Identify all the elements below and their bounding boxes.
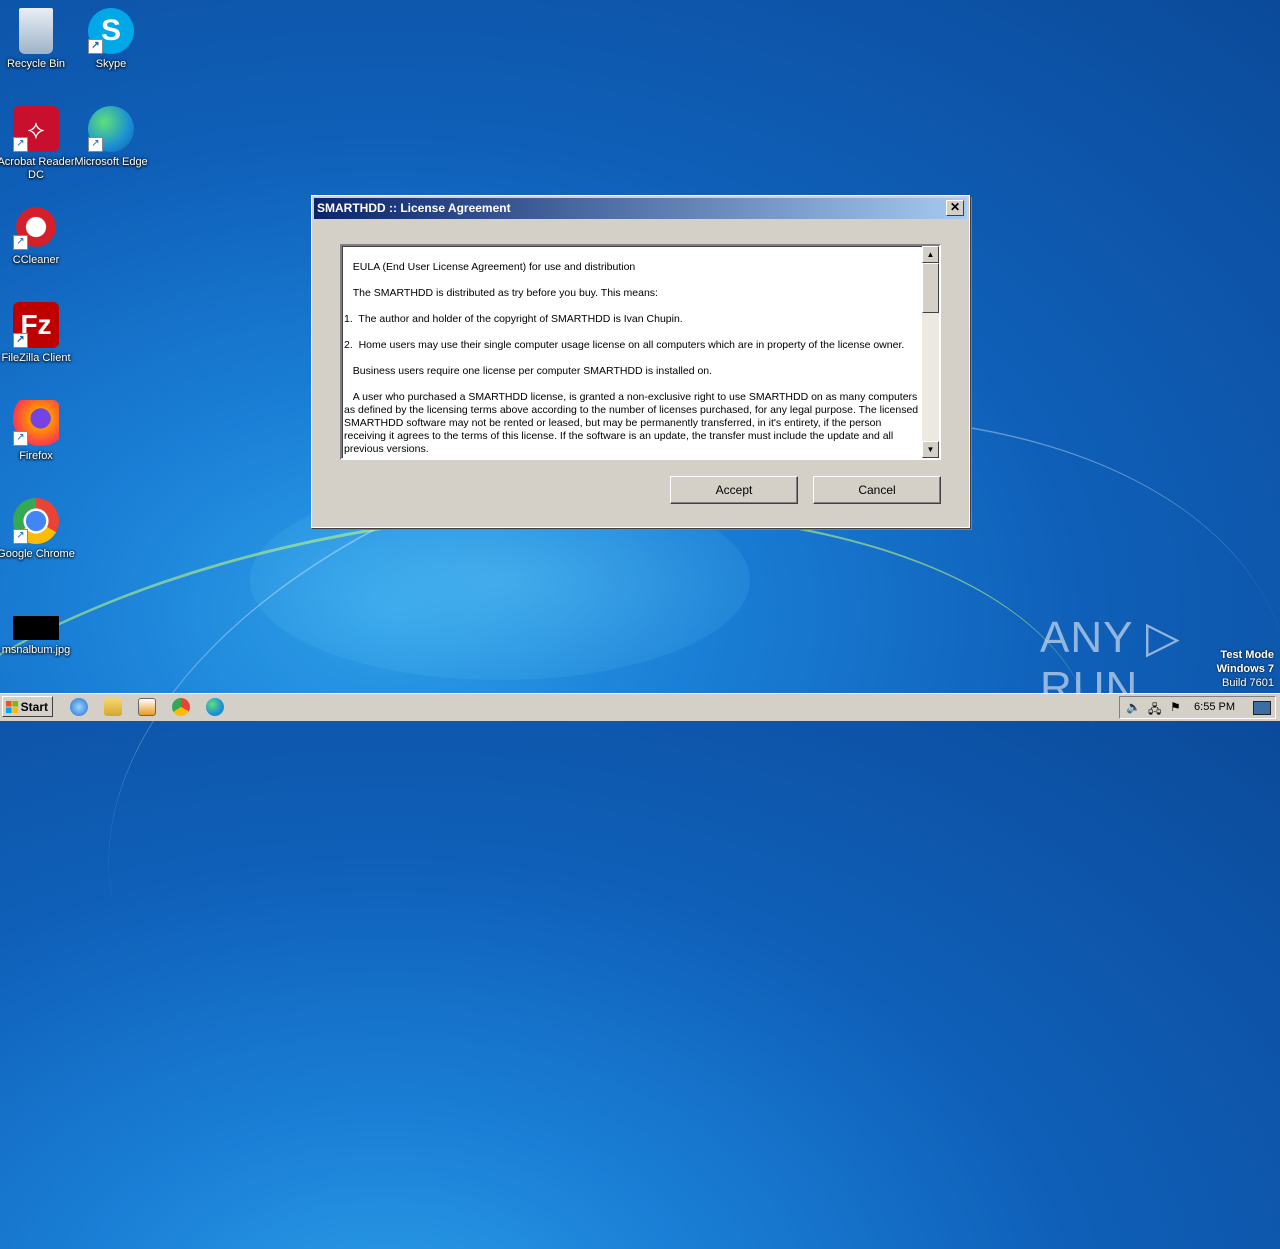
- vertical-scrollbar[interactable]: ▲ ▼: [922, 246, 939, 458]
- ccleaner-icon: ↗: [13, 204, 59, 250]
- license-paragraph: 1. The author and holder of the copyrigh…: [344, 313, 683, 325]
- desktop-icon-edge[interactable]: ↗ Microsoft Edge: [71, 106, 151, 169]
- filezilla-icon: Fz ↗: [13, 302, 59, 348]
- watermark-line: Build 7601: [1222, 677, 1274, 689]
- start-label: Start: [20, 700, 48, 714]
- shortcut-arrow-icon: ↗: [13, 333, 28, 348]
- firefox-icon: ↗: [13, 400, 59, 446]
- arrow-down-icon: ▼: [926, 445, 935, 454]
- desktop-icon-acrobat[interactable]: ⟡ ↗ Acrobat Reader DC: [0, 106, 76, 182]
- arrow-up-icon: ▲: [926, 250, 935, 259]
- shortcut-arrow-icon: ↗: [88, 137, 103, 152]
- dialog-titlebar[interactable]: SMARTHDD :: License Agreement ✕: [314, 198, 967, 219]
- desktop-icon-recycle-bin[interactable]: Recycle Bin: [0, 8, 76, 71]
- desktop-icon-label: Recycle Bin: [6, 58, 66, 70]
- desktop-icon-filezilla[interactable]: Fz ↗ FileZilla Client: [0, 302, 76, 365]
- license-paragraph: The SMARTHDD is distributed as try befor…: [344, 287, 658, 299]
- skype-icon: S ↗: [88, 8, 134, 54]
- scroll-thumb[interactable]: [922, 263, 939, 313]
- image-file-icon: [13, 616, 59, 640]
- scroll-up-button[interactable]: ▲: [922, 246, 939, 263]
- license-dialog: SMARTHDD :: License Agreement ✕ EULA (En…: [311, 195, 970, 528]
- show-desktop-icon[interactable]: [1253, 701, 1271, 715]
- acrobat-icon: ⟡ ↗: [13, 106, 59, 152]
- accept-button[interactable]: Accept: [670, 476, 798, 504]
- system-tray: 🔈 🖧 ⚑ 6:55 PM: [1119, 696, 1276, 719]
- desktop-icon-label: Skype: [95, 58, 127, 70]
- edge-icon: ↗: [88, 106, 134, 152]
- desktop-icon-firefox[interactable]: ↗ Firefox: [0, 400, 76, 463]
- watermark-line: Windows 7: [1216, 663, 1274, 675]
- speaker-icon[interactable]: 🔈: [1126, 700, 1141, 714]
- license-paragraph: Business users require one license per c…: [344, 365, 713, 377]
- shortcut-arrow-icon: ↗: [13, 431, 28, 446]
- desktop-icon-label: Microsoft Edge: [74, 156, 148, 168]
- network-icon[interactable]: 🖧: [1148, 700, 1161, 721]
- desktop-icon-label: msnalbum.jpg: [1, 644, 71, 656]
- edge-icon[interactable]: [206, 698, 224, 716]
- license-text-area[interactable]: EULA (End User License Agreement) for us…: [340, 244, 941, 460]
- close-icon: ✕: [949, 200, 961, 214]
- dialog-title: SMARTHDD :: License Agreement: [317, 201, 511, 215]
- license-paragraph: 2. Home users may use their single compu…: [344, 339, 905, 351]
- desktop-icon-msnalbum[interactable]: msnalbum.jpg: [0, 610, 76, 657]
- close-button[interactable]: ✕: [946, 200, 964, 216]
- media-player-icon[interactable]: [138, 698, 156, 716]
- ie-icon[interactable]: [70, 698, 88, 716]
- license-paragraph: A user who purchased a SMARTHDD license,…: [344, 391, 919, 455]
- chrome-icon[interactable]: [172, 698, 190, 716]
- clock[interactable]: 6:55 PM: [1194, 700, 1235, 715]
- desktop-icon-label: Acrobat Reader DC: [0, 156, 75, 181]
- license-text: EULA (End User License Agreement) for us…: [344, 248, 920, 456]
- shortcut-arrow-icon: ↗: [13, 235, 28, 250]
- flag-icon[interactable]: ⚑: [1170, 700, 1181, 714]
- cancel-button[interactable]: Cancel: [813, 476, 941, 504]
- explorer-icon[interactable]: [104, 698, 122, 716]
- scroll-down-button[interactable]: ▼: [922, 441, 939, 458]
- desktop-icon-ccleaner[interactable]: ↗ CCleaner: [0, 204, 76, 267]
- desktop-icon-chrome[interactable]: ↗ Google Chrome: [0, 498, 76, 561]
- shortcut-arrow-icon: ↗: [88, 39, 103, 54]
- watermark-line: Test Mode: [1220, 649, 1274, 661]
- desktop-icon-label: FileZilla Client: [1, 352, 71, 364]
- desktop-icon-label: Google Chrome: [0, 548, 75, 560]
- test-mode-watermark: Test Mode Windows 7 Build 7601: [1217, 648, 1274, 690]
- recycle-bin-icon: [19, 8, 53, 54]
- windows-logo-icon: [6, 701, 19, 714]
- taskbar: Start 🔈 🖧 ⚑ 6:55 PM: [0, 693, 1280, 721]
- shortcut-arrow-icon: ↗: [13, 529, 28, 544]
- desktop-icon-skype[interactable]: S ↗ Skype: [71, 8, 151, 71]
- chrome-icon: ↗: [13, 498, 59, 544]
- desktop-icon-label: Firefox: [19, 450, 53, 462]
- license-paragraph: EULA (End User License Agreement) for us…: [344, 261, 636, 273]
- start-button[interactable]: Start: [2, 696, 53, 717]
- desktop-icon-label: CCleaner: [12, 254, 60, 266]
- shortcut-arrow-icon: ↗: [13, 137, 28, 152]
